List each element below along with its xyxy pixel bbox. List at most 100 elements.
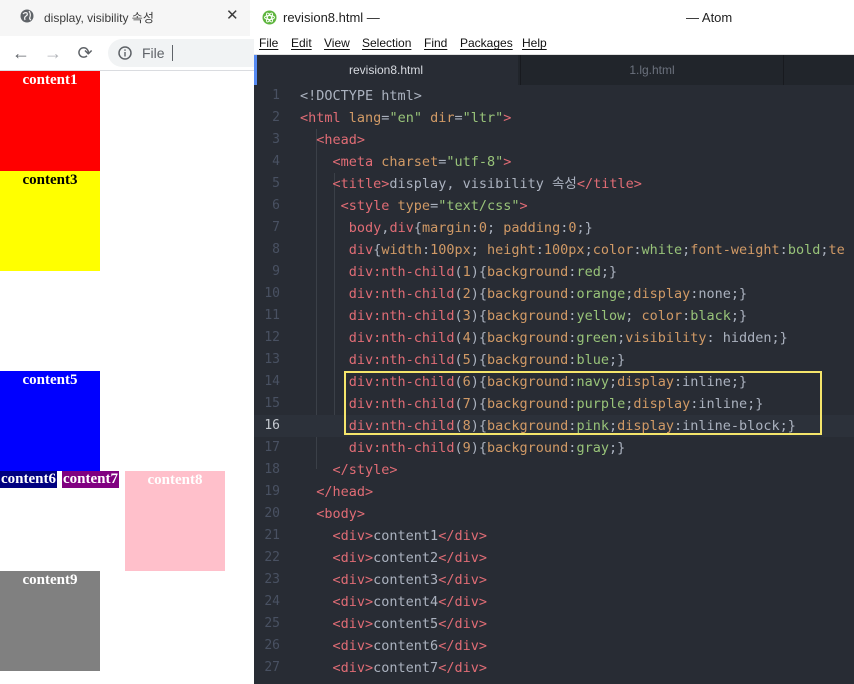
line-number: 13 — [264, 352, 280, 367]
browser-window: display, visibility 속성 ✕ ← → ⟳ File cont… — [0, 0, 254, 684]
content3-box: content3 — [0, 171, 100, 271]
code-text: div:nth-child(5){background:blue;} — [348, 352, 626, 368]
line-number: 12 — [264, 330, 280, 345]
code-text: div:nth-child(4){background:green;visibi… — [348, 330, 788, 346]
content1-box: content1 — [0, 71, 100, 171]
code-line[interactable]: 7 body,div{margin:0; padding:0;} — [254, 217, 854, 239]
content6-inline: content6 — [0, 471, 57, 488]
line-number: 18 — [264, 462, 280, 477]
code-line[interactable]: 5 <title>display, visibility 속성</title> — [254, 173, 854, 195]
code-text: div:nth-child(9){background:gray;} — [348, 440, 626, 456]
code-line[interactable]: 12 div:nth-child(4){background:green;vis… — [254, 327, 854, 349]
content5-box: content5 — [0, 371, 100, 471]
code-line[interactable]: 10 div:nth-child(2){background:orange;di… — [254, 283, 854, 305]
code-line[interactable]: 3 <head> — [254, 129, 854, 151]
code-text: body,div{margin:0; padding:0;} — [348, 220, 593, 236]
line-number: 19 — [264, 484, 280, 499]
code-line[interactable]: 13 div:nth-child(5){background:blue;} — [254, 349, 854, 371]
content7-inline: content7 — [62, 471, 119, 488]
code-text: </style> — [332, 462, 398, 478]
code-text: <title>display, visibility 속성</title> — [332, 176, 642, 192]
line-number: 25 — [264, 616, 280, 631]
code-line[interactable]: 26 <div>content6</div> — [254, 635, 854, 657]
code-text: <div>content1</div> — [332, 528, 487, 544]
atom-window: revision8.html — — Atom File Edit View S… — [254, 0, 854, 684]
code-line[interactable]: 20 <body> — [254, 503, 854, 525]
code-line[interactable]: 9 div:nth-child(1){background:red;} — [254, 261, 854, 283]
text-cursor — [172, 45, 173, 61]
browser-tab[interactable]: display, visibility 속성 ✕ — [0, 0, 250, 37]
code-line[interactable]: 2 <html lang="en" dir="ltr"> — [254, 107, 854, 129]
line-number: 7 — [272, 220, 280, 235]
code-text: div:nth-child(2){background:orange;displ… — [348, 286, 748, 302]
line-number: 4 — [272, 154, 280, 169]
close-icon[interactable]: ✕ — [226, 6, 239, 24]
line-number: 10 — [264, 286, 280, 301]
forward-arrow-icon[interactable]: → — [42, 42, 64, 64]
content8-box: content8 — [125, 471, 225, 571]
menu-bar: File Edit View Selection Find Packages H… — [254, 34, 854, 55]
info-icon[interactable] — [118, 46, 132, 60]
code-line[interactable]: 6 <style type="text/css"> — [254, 195, 854, 217]
code-text: <!DOCTYPE html> — [300, 88, 422, 104]
line-number: 3 — [272, 132, 280, 147]
code-line[interactable]: 17 div:nth-child(9){background:gray;} — [254, 437, 854, 459]
code-line[interactable]: 8 div{width:100px; height:100px;color:wh… — [254, 239, 854, 261]
menu-packages[interactable]: Packages — [460, 36, 513, 50]
line-number: 20 — [264, 506, 280, 521]
code-text: <div>content2</div> — [332, 550, 487, 566]
line-number: 27 — [264, 660, 280, 675]
tab-title: display, visibility 속성 — [44, 11, 154, 25]
code-text: <div>content5</div> — [332, 616, 487, 632]
line-number: 22 — [264, 550, 280, 565]
editor-tab-bar: revision8.html 1.lg.html — [254, 55, 854, 85]
address-bar[interactable]: File — [108, 39, 254, 67]
line-number: 1 — [272, 88, 280, 103]
code-text: <body> — [316, 506, 366, 522]
menu-find[interactable]: Find — [424, 36, 447, 50]
line-number: 5 — [272, 176, 280, 191]
code-line[interactable]: 23 <div>content3</div> — [254, 569, 854, 591]
line-number: 23 — [264, 572, 280, 587]
atom-logo-icon — [262, 10, 277, 25]
globe-icon — [20, 9, 34, 23]
menu-view[interactable]: View — [324, 36, 350, 50]
line-number: 16 — [264, 418, 280, 433]
back-arrow-icon[interactable]: ← — [10, 42, 32, 64]
page-viewport: content1 content3 content5 content6 cont… — [0, 71, 254, 684]
line-number: 8 — [272, 242, 280, 257]
code-line[interactable]: 24 <div>content4</div> — [254, 591, 854, 613]
code-text: <meta charset="utf-8"> — [332, 154, 512, 170]
code-line[interactable]: 22 <div>content2</div> — [254, 547, 854, 569]
highlight-annotation-box — [344, 371, 822, 435]
line-number: 17 — [264, 440, 280, 455]
code-editor[interactable]: 1 <!DOCTYPE html> 2 <html lang="en" dir="lt… — [254, 85, 854, 684]
app-name: — Atom — [686, 10, 733, 25]
code-text: <div>content7</div> — [332, 660, 487, 676]
reload-icon[interactable]: ⟳ — [74, 42, 96, 64]
menu-edit[interactable]: Edit — [291, 36, 312, 50]
code-text: <div>content3</div> — [332, 572, 487, 588]
menu-file[interactable]: File — [259, 36, 278, 50]
code-line[interactable]: 11 div:nth-child(3){background:yellow; c… — [254, 305, 854, 327]
code-line[interactable]: 21 <div>content1</div> — [254, 525, 854, 547]
menu-selection[interactable]: Selection — [362, 36, 411, 50]
code-line[interactable]: 27 <div>content7</div> — [254, 657, 854, 679]
menu-help[interactable]: Help — [522, 36, 547, 50]
atom-titlebar: revision8.html — — Atom — [254, 0, 854, 34]
code-text: <head> — [316, 132, 366, 148]
tab-1-lg-html[interactable]: 1.lg.html — [520, 55, 784, 85]
code-line[interactable]: 18 </style> — [254, 459, 854, 481]
line-number: 2 — [272, 110, 280, 125]
tab-bar-empty-area — [784, 55, 854, 85]
tab-revision8-html[interactable]: revision8.html — [254, 55, 518, 85]
code-text: div{width:100px; height:100px;color:whit… — [348, 242, 845, 258]
url-scheme-label: File — [142, 45, 165, 61]
code-line[interactable]: 4 <meta charset="utf-8"> — [254, 151, 854, 173]
content9-box: content9 — [0, 571, 100, 671]
code-line[interactable]: 19 </head> — [254, 481, 854, 503]
line-number: 9 — [272, 264, 280, 279]
code-line[interactable]: 1 <!DOCTYPE html> — [254, 85, 854, 107]
line-number: 14 — [264, 374, 280, 389]
code-line[interactable]: 25 <div>content5</div> — [254, 613, 854, 635]
